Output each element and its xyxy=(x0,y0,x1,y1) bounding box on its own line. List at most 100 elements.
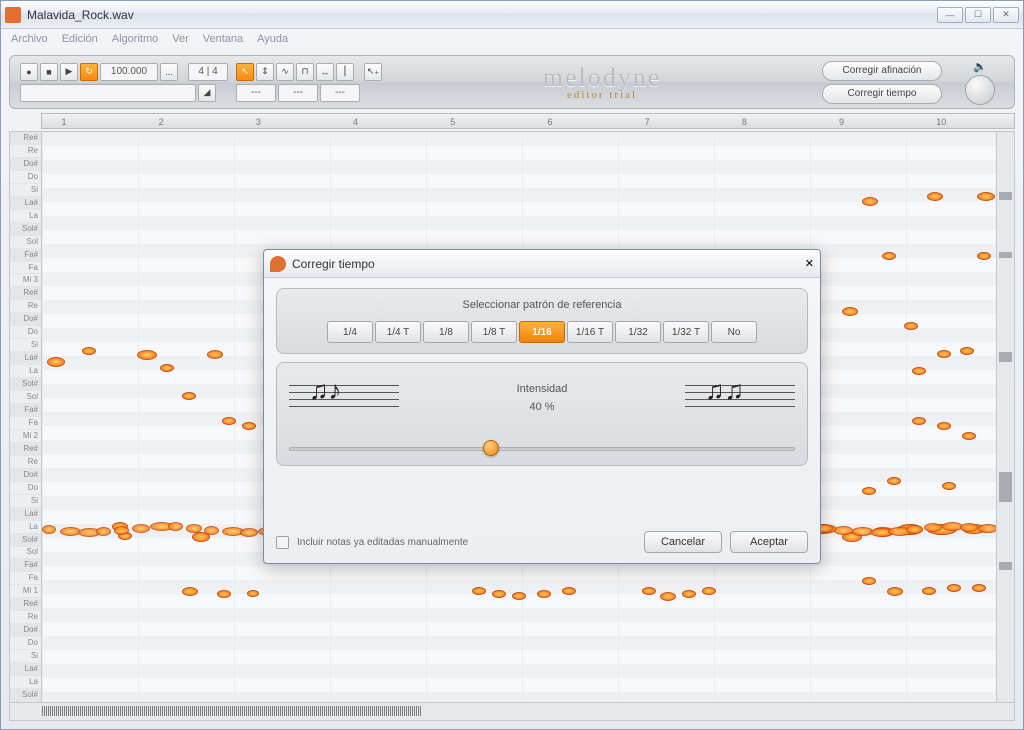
pattern-button[interactable]: 1/8 xyxy=(423,321,469,343)
loop-button[interactable]: ↻ xyxy=(80,63,98,81)
note-blob[interactable] xyxy=(862,577,876,585)
note-blob[interactable] xyxy=(960,523,978,532)
note-blob[interactable] xyxy=(842,307,858,316)
note-blob[interactable] xyxy=(182,392,196,400)
pitch-tool-button[interactable]: ⇕ xyxy=(256,63,274,81)
note-blob[interactable] xyxy=(924,523,942,532)
note-blob[interactable] xyxy=(937,350,951,358)
note-blob[interactable] xyxy=(962,432,976,440)
note-blob[interactable] xyxy=(242,422,256,430)
note-blob[interactable] xyxy=(978,524,996,533)
note-blob[interactable] xyxy=(977,192,995,201)
pattern-button[interactable]: 1/4 xyxy=(327,321,373,343)
pattern-button[interactable]: 1/8 T xyxy=(471,321,517,343)
accept-button[interactable]: Aceptar xyxy=(730,531,808,553)
note-blob[interactable] xyxy=(132,524,150,533)
note-blob[interactable] xyxy=(972,584,986,592)
note-blob[interactable] xyxy=(562,587,576,595)
tempo-field[interactable]: 100.000 xyxy=(100,63,158,81)
note-blob[interactable] xyxy=(96,527,111,536)
note-blob[interactable] xyxy=(912,367,926,375)
note-blob[interactable] xyxy=(492,590,506,598)
formant-tool-button[interactable]: ∿ xyxy=(276,63,294,81)
horizontal-scrollbar[interactable] xyxy=(9,703,1015,721)
menu-ver[interactable]: Ver xyxy=(172,33,189,45)
note-blob[interactable] xyxy=(906,525,923,534)
include-edited-checkbox[interactable] xyxy=(276,536,289,549)
intensity-slider[interactable] xyxy=(289,441,795,455)
menu-ventana[interactable]: Ventana xyxy=(203,33,243,45)
note-blob[interactable] xyxy=(862,197,878,206)
note-blob[interactable] xyxy=(160,364,174,372)
note-blob[interactable] xyxy=(42,525,56,534)
dialog-close-button[interactable]: ✕ xyxy=(805,257,814,270)
note-blob[interactable] xyxy=(247,590,259,597)
note-blob[interactable] xyxy=(834,526,853,535)
note-blob[interactable] xyxy=(922,587,936,595)
note-blob[interactable] xyxy=(862,487,876,495)
note-blob[interactable] xyxy=(887,587,903,596)
note-blob[interactable] xyxy=(927,192,943,201)
note-blob[interactable] xyxy=(186,524,202,533)
timing-tool-button[interactable]: ↔ xyxy=(316,63,334,81)
note-blob[interactable] xyxy=(207,350,223,359)
note-blob[interactable] xyxy=(204,526,219,535)
note-blob[interactable] xyxy=(114,526,129,535)
note-blob[interactable] xyxy=(660,592,676,601)
note-blob[interactable] xyxy=(947,584,961,592)
correct-time-button[interactable]: Corregir tiempo xyxy=(822,84,942,104)
minimize-button[interactable]: — xyxy=(937,7,963,23)
note-blob[interactable] xyxy=(977,252,991,260)
note-blob[interactable] xyxy=(937,422,951,430)
slider-thumb[interactable] xyxy=(483,440,499,456)
note-blob[interactable] xyxy=(82,347,96,355)
extra-tool-button[interactable]: ↖₊ xyxy=(364,63,382,81)
pattern-button[interactable]: No xyxy=(711,321,757,343)
cancel-button[interactable]: Cancelar xyxy=(644,531,722,553)
note-blob[interactable] xyxy=(47,357,65,367)
menu-edicion[interactable]: Edición xyxy=(62,33,98,45)
autoscroll-button[interactable]: ◢ xyxy=(198,84,216,102)
play-button[interactable]: ▶ xyxy=(60,63,78,81)
correct-pitch-button[interactable]: Corregir afinación xyxy=(822,61,942,81)
note-blob[interactable] xyxy=(137,350,157,360)
menu-ayuda[interactable]: Ayuda xyxy=(257,33,288,45)
note-blob[interactable] xyxy=(222,417,236,425)
note-blob[interactable] xyxy=(887,477,901,485)
note-blob[interactable] xyxy=(512,592,526,600)
position-field[interactable] xyxy=(20,84,196,102)
note-blob[interactable] xyxy=(642,587,656,595)
timesig-field[interactable]: 4 | 4 xyxy=(188,63,228,81)
note-blob[interactable] xyxy=(882,252,896,260)
note-blob[interactable] xyxy=(904,322,918,330)
separation-tool-button[interactable]: ⎮ xyxy=(336,63,354,81)
pattern-button[interactable]: 1/16 T xyxy=(567,321,613,343)
note-blob[interactable] xyxy=(217,590,231,598)
note-blob[interactable] xyxy=(240,528,258,537)
pattern-button[interactable]: 1/4 T xyxy=(375,321,421,343)
maximize-button[interactable]: ☐ xyxy=(965,7,991,23)
pattern-button[interactable]: 1/32 xyxy=(615,321,661,343)
note-blob[interactable] xyxy=(168,522,183,531)
note-blob[interactable] xyxy=(472,587,486,595)
note-blob[interactable] xyxy=(960,347,974,355)
main-tool-button[interactable]: ↖ xyxy=(236,63,254,81)
amplitude-tool-button[interactable]: ⊓ xyxy=(296,63,314,81)
pattern-button[interactable]: 1/32 T xyxy=(663,321,709,343)
note-blob[interactable] xyxy=(682,590,696,598)
volume-knob[interactable] xyxy=(965,75,995,105)
time-ruler[interactable]: 1 2 3 4 5 6 7 8 9 10 xyxy=(41,113,1015,129)
menu-algoritmo[interactable]: Algoritmo xyxy=(112,33,158,45)
stop-button[interactable]: ■ xyxy=(40,63,58,81)
note-blob[interactable] xyxy=(182,587,198,596)
record-button[interactable]: ● xyxy=(20,63,38,81)
overview-scrollbar[interactable] xyxy=(996,132,1014,702)
menu-archivo[interactable]: Archivo xyxy=(11,33,48,45)
note-blob[interactable] xyxy=(942,482,956,490)
note-blob[interactable] xyxy=(702,587,716,595)
note-blob[interactable] xyxy=(537,590,551,598)
close-button[interactable]: ✕ xyxy=(993,7,1019,23)
note-blob[interactable] xyxy=(912,417,926,425)
pattern-button[interactable]: 1/16 xyxy=(519,321,565,343)
tempo-more-button[interactable]: ... xyxy=(160,63,178,81)
